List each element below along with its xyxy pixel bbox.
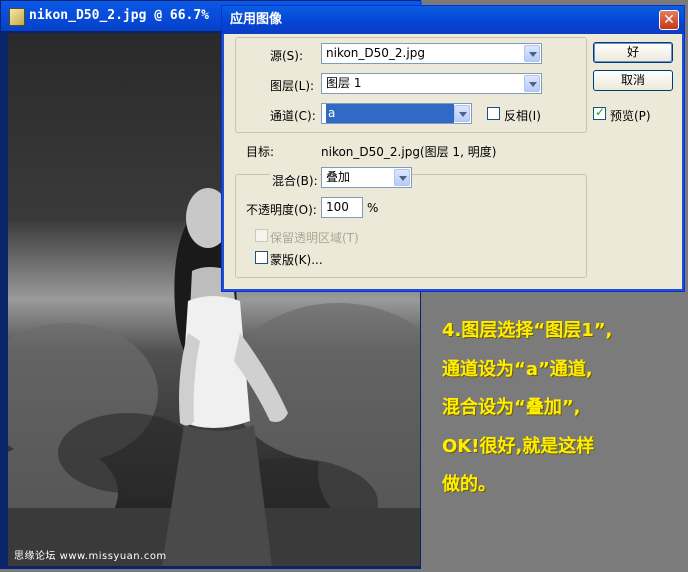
preserve-transparency-checkbox — [255, 229, 268, 242]
invert-checkbox[interactable] — [487, 107, 500, 120]
chevron-down-icon[interactable] — [524, 45, 540, 62]
source-value: nikon_D50_2.jpg — [326, 46, 425, 60]
preview-checkbox[interactable] — [593, 105, 606, 120]
chevron-down-icon[interactable] — [454, 105, 470, 122]
chevron-down-icon[interactable] — [524, 75, 540, 92]
cancel-button[interactable]: 取消 — [593, 70, 673, 91]
source-label: 源(S): — [270, 49, 304, 63]
mask-label[interactable]: 蒙版(K)... — [270, 251, 323, 268]
ok-button[interactable]: 好 — [593, 42, 673, 63]
document-icon — [9, 8, 25, 26]
preview-label[interactable]: 预览(P) — [610, 107, 651, 124]
blending-value: 叠加 — [326, 170, 351, 184]
mask-checkbox[interactable] — [255, 251, 268, 264]
chevron-down-icon[interactable] — [394, 169, 410, 186]
channel-value: a — [326, 104, 454, 123]
watermark: 思缘论坛 www.missyuan.com — [14, 551, 167, 562]
annotation-line: 做的。 — [442, 474, 496, 495]
layer-value: 图层 1 — [326, 76, 362, 90]
annotation-line: 通道设为“a”通道, — [442, 358, 593, 380]
close-icon[interactable]: ✕ — [659, 10, 679, 30]
source-select[interactable]: nikon_D50_2.jpg — [321, 43, 542, 64]
opacity-unit: % — [367, 201, 379, 215]
opacity-value: 100 — [326, 200, 349, 214]
annotation-line: OK!很好,就是这样 — [442, 435, 595, 457]
apply-image-dialog: 应用图像 ✕ 源(S): nikon_D50_2.jpg 图层(L): 图层 1… — [221, 5, 685, 292]
channel-label: 通道(C): — [270, 109, 316, 123]
target-label: 目标: — [246, 145, 275, 159]
annotation-line: 4.图层选择“图层1”, — [442, 320, 613, 341]
image-window-title: nikon_D50_2.jpg @ 66.7% — [29, 8, 210, 23]
target-value: nikon_D50_2.jpg(图层 1, 明度) — [321, 145, 497, 159]
blending-select[interactable]: 叠加 — [321, 167, 412, 188]
blending-label: 混合(B): — [270, 172, 320, 189]
invert-label[interactable]: 反相(I) — [504, 107, 541, 124]
annotation-line: 混合设为“叠加”, — [442, 397, 581, 418]
layer-select[interactable]: 图层 1 — [321, 73, 542, 94]
dialog-titlebar[interactable]: 应用图像 ✕ — [222, 6, 684, 34]
preserve-transparency-label: 保留透明区域(T) — [270, 231, 359, 245]
channel-select[interactable]: a — [321, 103, 472, 124]
opacity-label: 不透明度(O): — [246, 203, 317, 217]
annotation-text: 4.图层选择“图层1”, 通道设为“a”通道, 混合设为“叠加”, OK!很好,… — [442, 312, 682, 505]
layer-label: 图层(L): — [270, 79, 315, 93]
opacity-input[interactable]: 100 — [321, 197, 363, 218]
dialog-title: 应用图像 — [230, 12, 283, 27]
